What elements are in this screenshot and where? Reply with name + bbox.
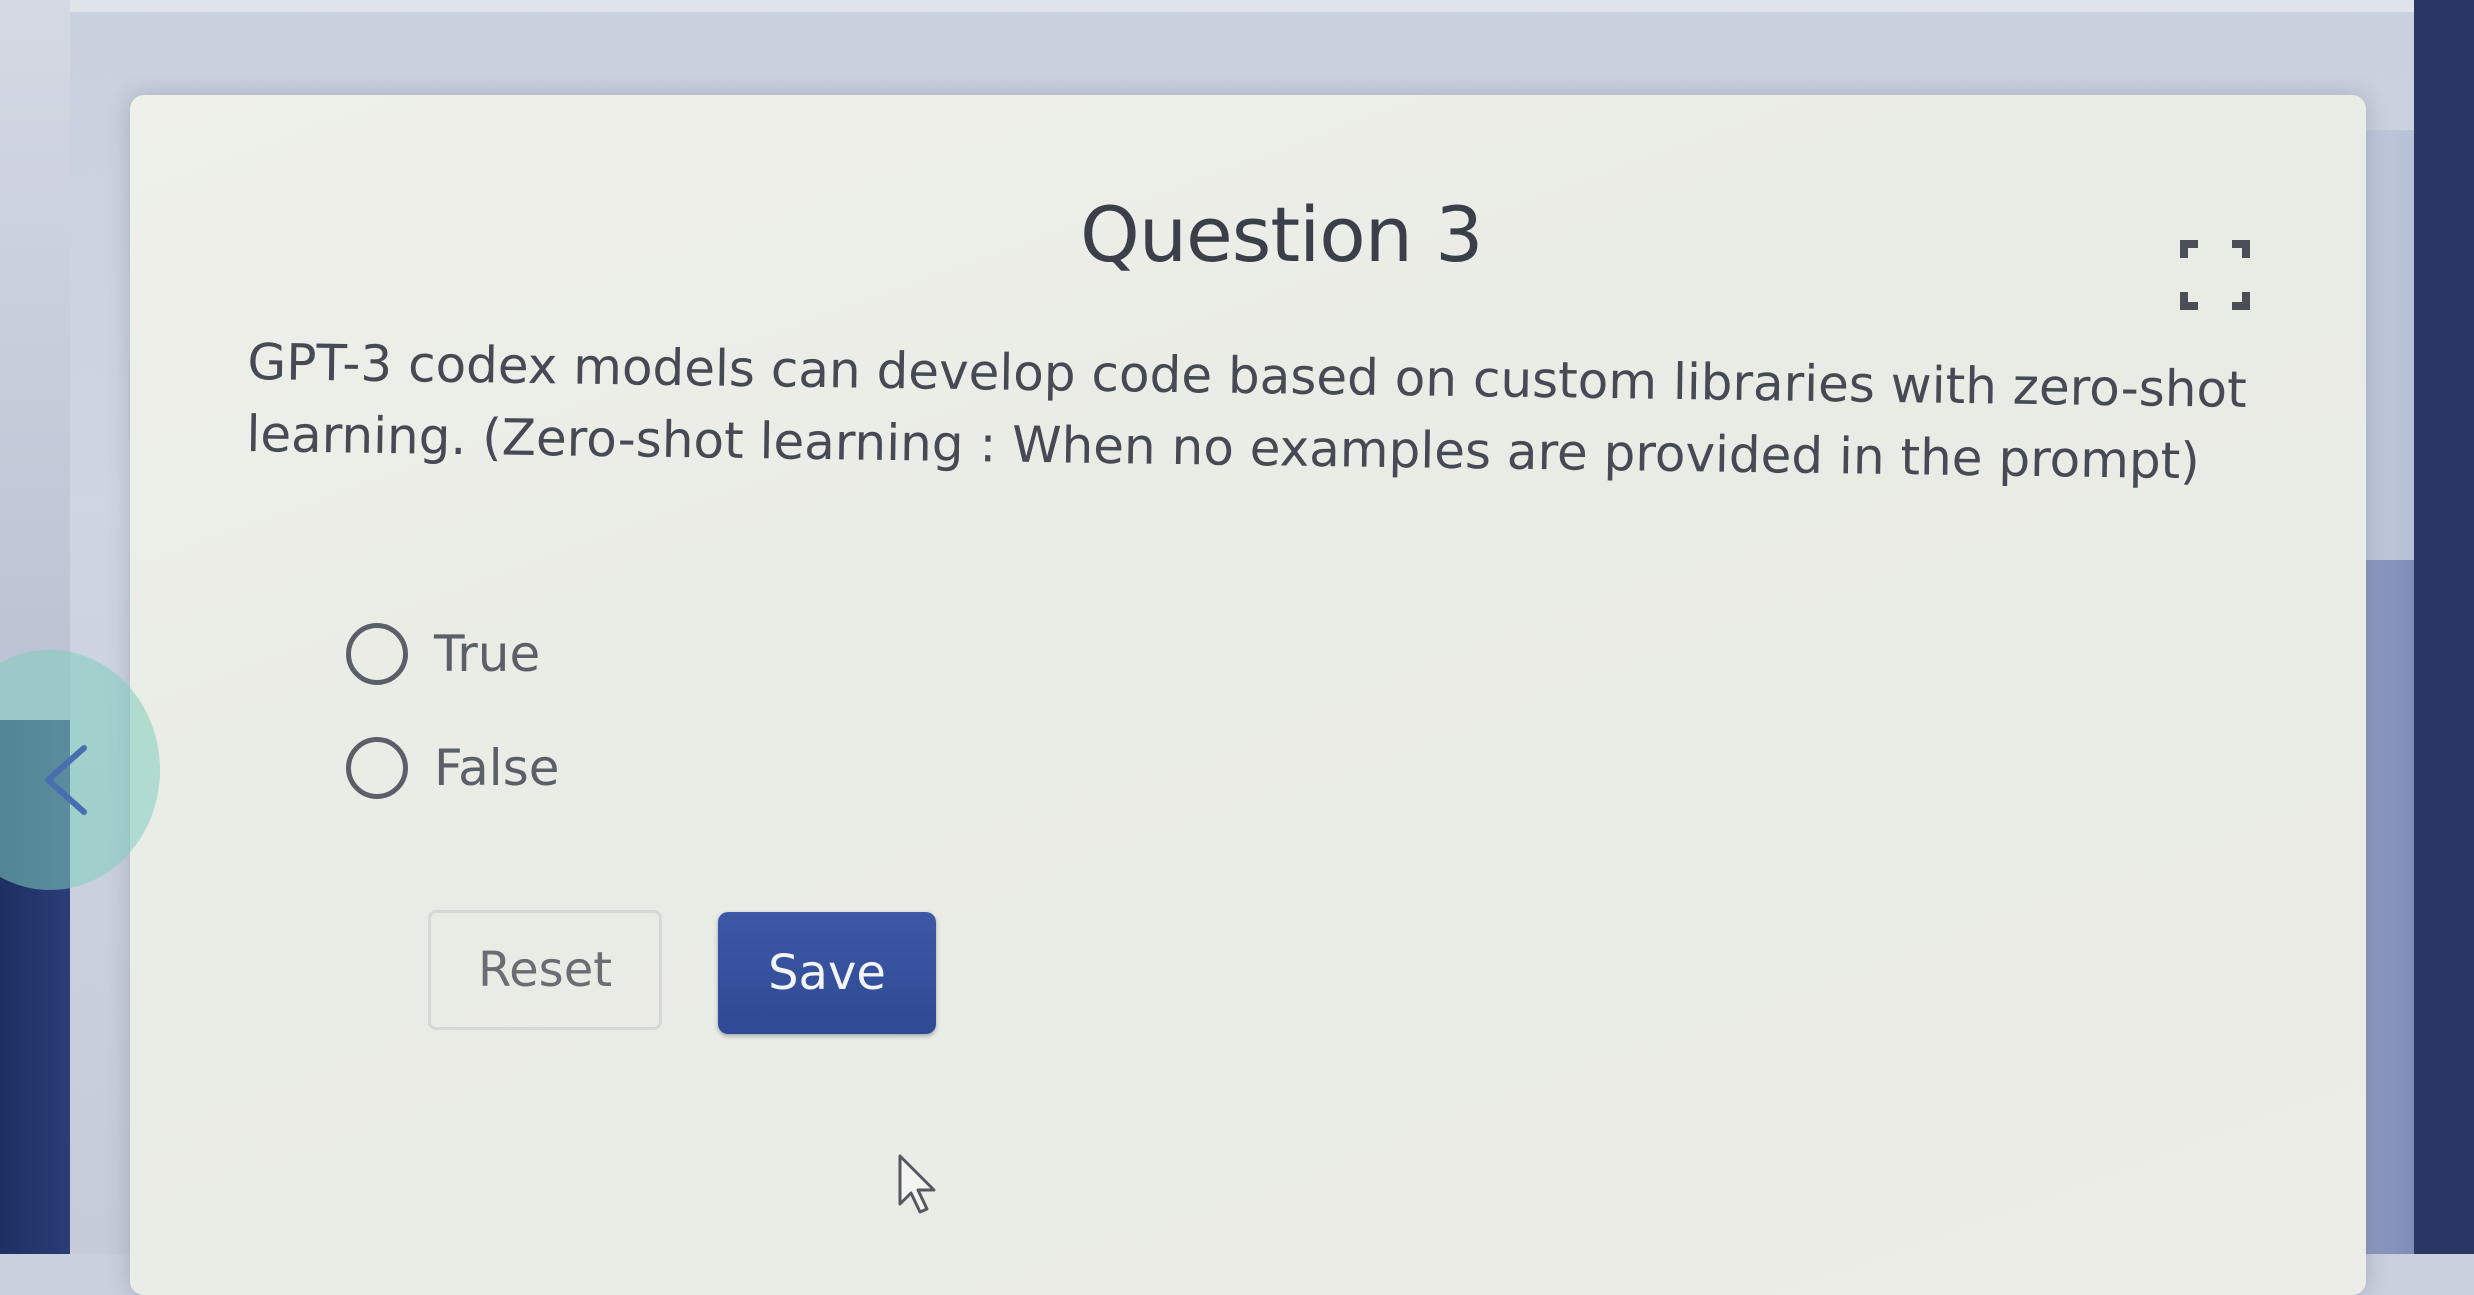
option-false-label: False <box>434 739 560 797</box>
radio-true[interactable] <box>346 623 408 685</box>
option-true-label: True <box>434 625 541 683</box>
expand-button[interactable] <box>2180 240 2250 310</box>
left-rail <box>0 0 70 1254</box>
left-rail-highlight <box>0 0 70 720</box>
browser-top-bar <box>0 0 2474 12</box>
save-button[interactable]: Save <box>718 912 936 1034</box>
reset-button[interactable]: Reset <box>428 910 662 1030</box>
chevron-left-icon <box>45 745 87 815</box>
option-false[interactable]: False <box>346 732 560 804</box>
question-text: GPT-3 codex models can develop code base… <box>246 332 2248 491</box>
question-title: Question 3 <box>1080 190 1483 279</box>
option-true[interactable]: True <box>346 618 560 690</box>
expand-icon <box>2180 240 2250 310</box>
answer-options: True False <box>346 618 560 846</box>
radio-false[interactable] <box>346 737 408 799</box>
mouse-pointer-icon <box>896 1152 942 1220</box>
right-rail <box>2414 0 2474 1254</box>
